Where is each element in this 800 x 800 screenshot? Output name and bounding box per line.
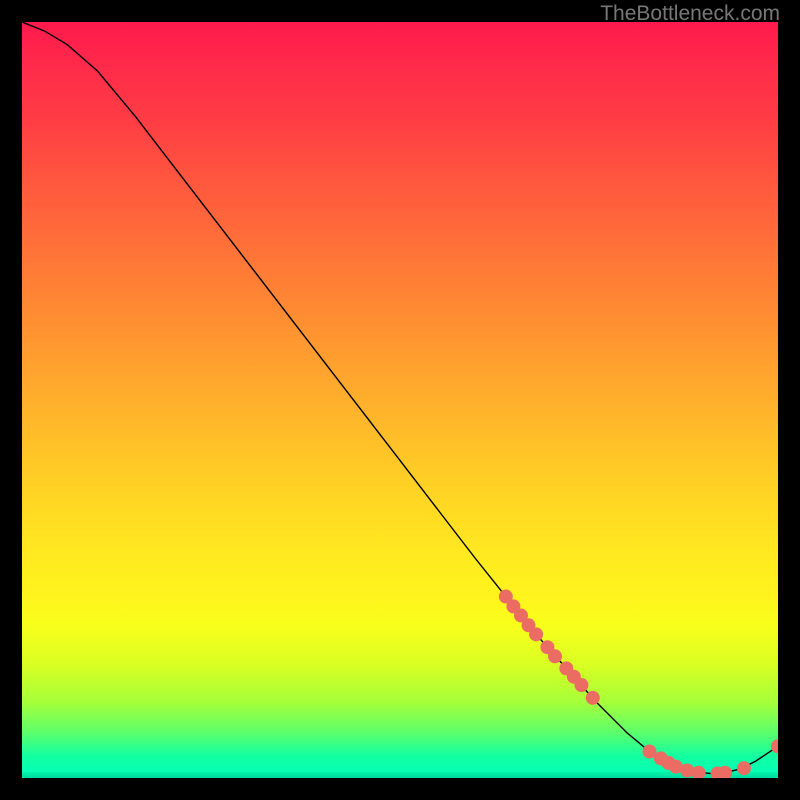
chart-svg-layer	[22, 22, 778, 778]
data-point	[692, 766, 706, 778]
data-point	[574, 678, 588, 692]
bottleneck-curve-path	[22, 22, 778, 773]
data-point	[529, 627, 543, 641]
data-points-group	[499, 590, 778, 778]
data-point	[548, 649, 562, 663]
data-point	[771, 739, 778, 753]
data-point	[737, 761, 751, 775]
watermark-text: TheBottleneck.com	[600, 2, 780, 26]
data-point	[586, 691, 600, 705]
